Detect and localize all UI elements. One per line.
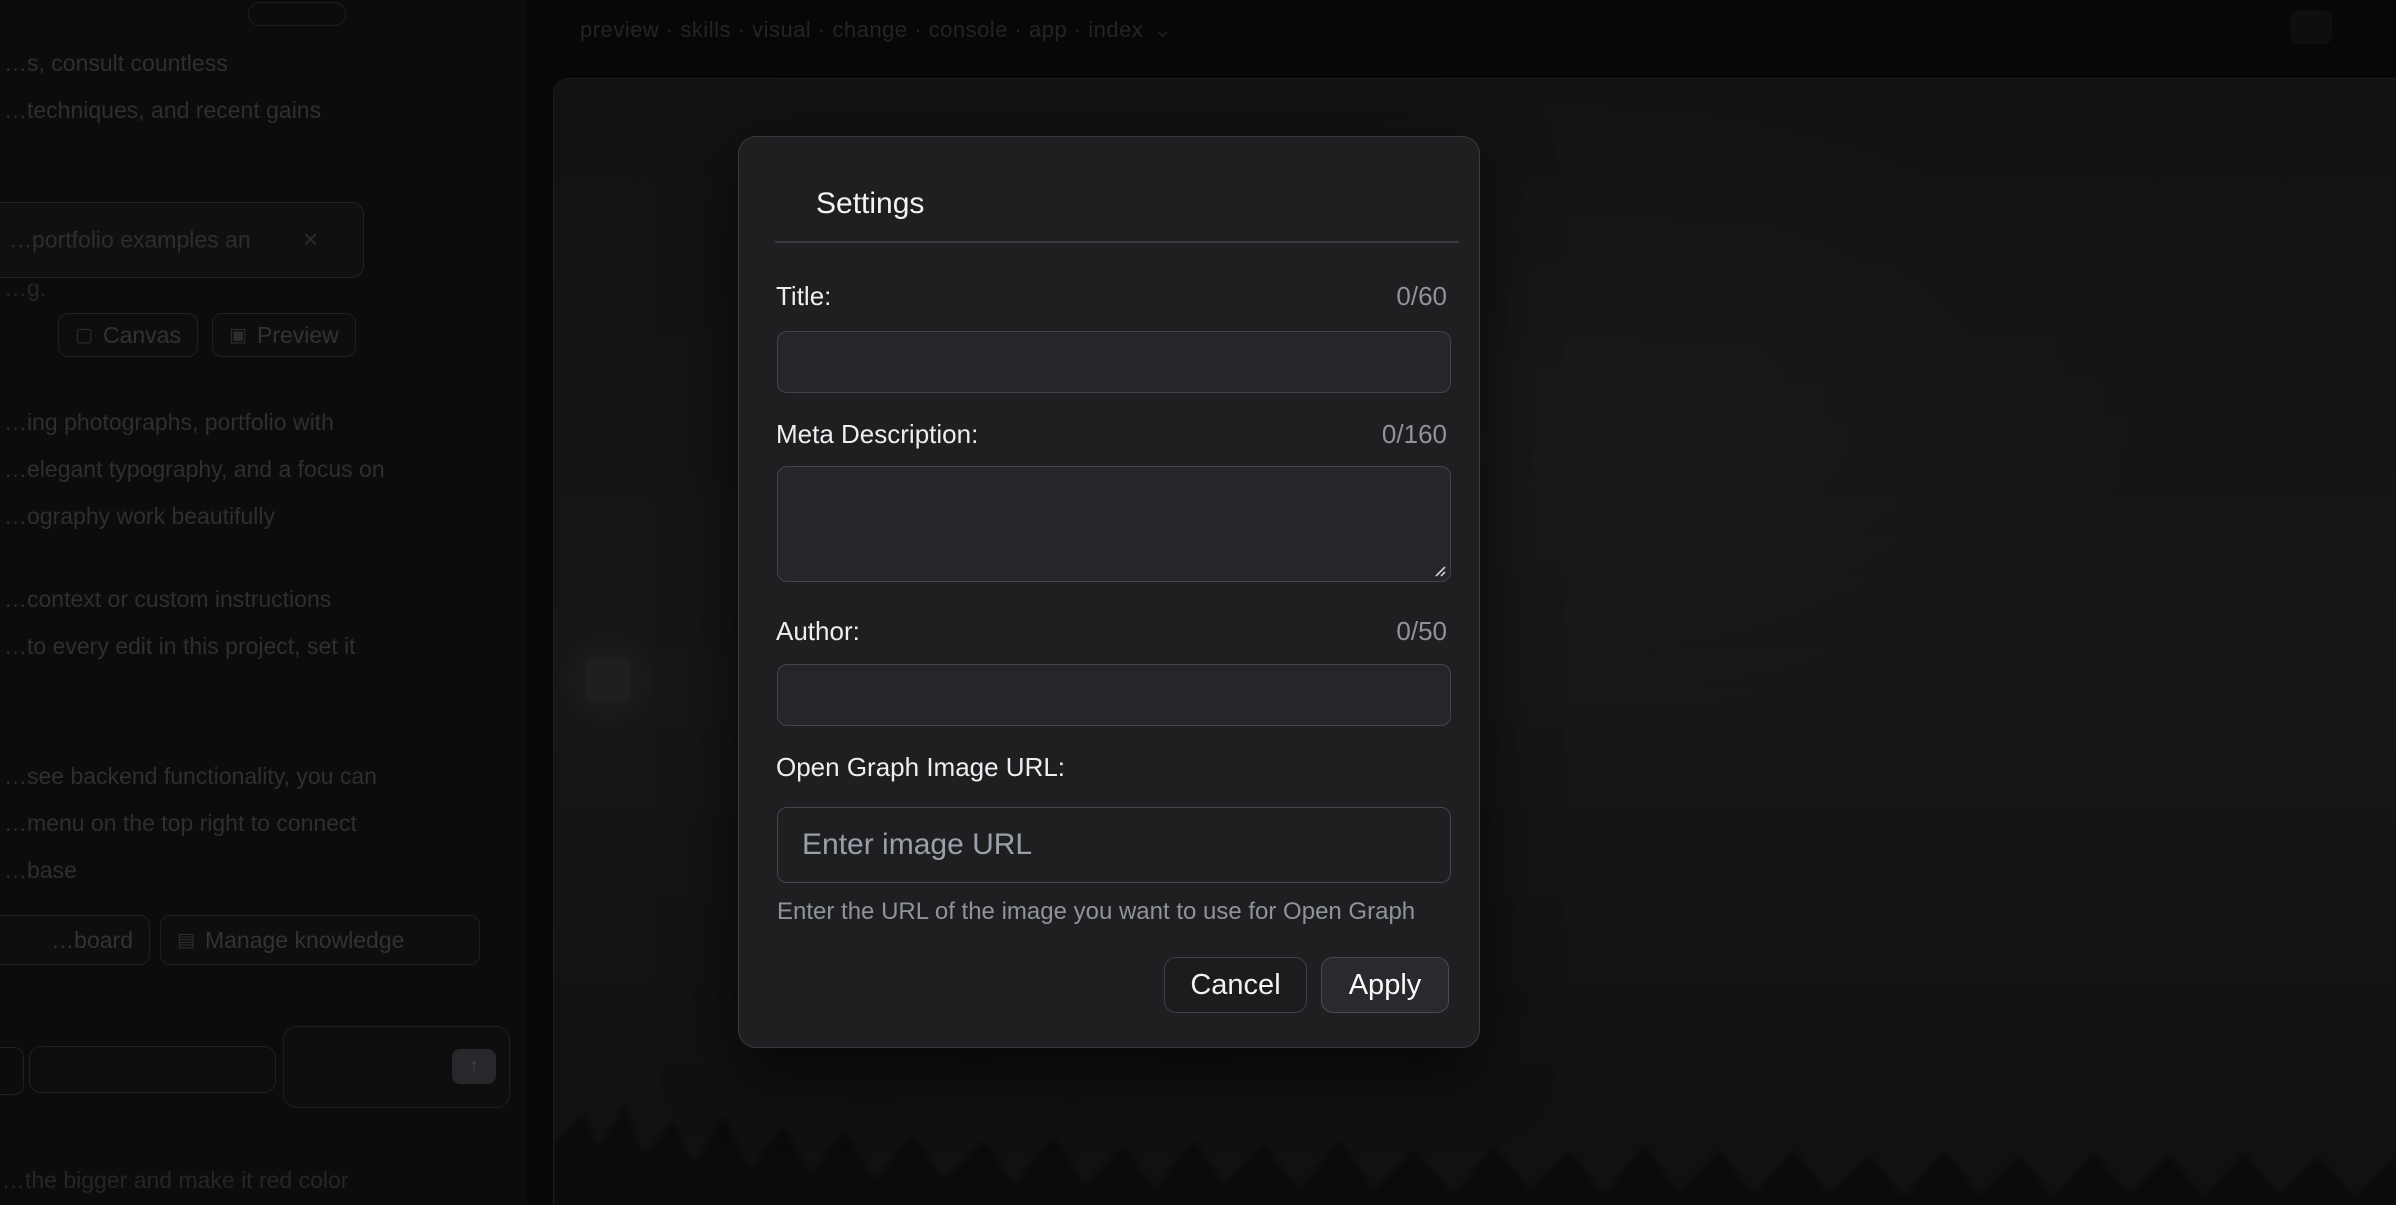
dialog-title: Settings	[816, 187, 924, 221]
canvas-chip-label: Canvas	[103, 322, 181, 349]
meta-description-label: Meta Description:	[776, 419, 978, 450]
chat-message-line: …menu on the top right to connect	[4, 800, 377, 847]
og-image-url-input[interactable]	[777, 807, 1451, 883]
preview-chip-label: Preview	[257, 322, 339, 349]
book-icon: ▤	[177, 931, 195, 950]
send-button[interactable]: ↑	[452, 1049, 496, 1084]
manage-knowledge-chip[interactable]: ▤ Manage knowledge	[160, 915, 480, 965]
preview-chip[interactable]: ▣ Preview	[212, 313, 356, 357]
attach-button[interactable]	[0, 1047, 24, 1095]
snippet-card-text: …portfolio examples an	[9, 227, 251, 254]
chat-message-line: …to every edit in this project, set it	[4, 623, 356, 670]
close-icon[interactable]: ✕	[302, 228, 319, 253]
chat-paragraph: …see backend functionality, you can …men…	[4, 753, 377, 894]
chat-message-line: …techniques, and recent gains	[4, 93, 321, 127]
title-label: Title:	[776, 281, 831, 312]
chat-message-line: …ography work beautifully	[4, 493, 385, 540]
chat-message-line: …context or custom instructions	[4, 576, 356, 623]
chat-paragraph: …ing photographs, portfolio with …elegan…	[4, 399, 385, 540]
chat-note: …the bigger and make it red color	[2, 1163, 348, 1197]
author-label: Author:	[776, 616, 860, 647]
author-counter: 0/50	[1396, 616, 1447, 647]
divider	[775, 241, 1459, 243]
apply-button[interactable]: Apply	[1321, 957, 1449, 1013]
board-chip-label: …board	[51, 927, 133, 954]
chat-message-line: …ing photographs, portfolio with	[4, 399, 385, 446]
snippet-card[interactable]: …portfolio examples an ✕	[0, 202, 364, 278]
meta-description-textarea[interactable]	[777, 466, 1451, 582]
chat-message-line: …elegant typography, and a focus on	[4, 446, 385, 493]
chat-message-input[interactable]	[29, 1046, 276, 1093]
sidebar-top-pill	[248, 2, 346, 26]
resize-grip-icon[interactable]	[1430, 561, 1446, 577]
canvas-icon: ▢	[75, 326, 93, 345]
author-input[interactable]	[777, 664, 1451, 726]
og-image-url-label: Open Graph Image URL:	[776, 752, 1065, 783]
board-chip[interactable]: …board	[0, 915, 150, 965]
inspect-button[interactable]	[586, 658, 630, 702]
breadcrumb[interactable]: preview · skills · visual · change · con…	[580, 17, 1172, 43]
canvas-chip[interactable]: ▢ Canvas	[58, 313, 198, 357]
send-icon: ↑	[469, 1055, 479, 1078]
breadcrumb-path: preview · skills · visual · change · con…	[580, 17, 1143, 42]
cancel-button[interactable]: Cancel	[1164, 957, 1307, 1013]
title-input[interactable]	[777, 331, 1451, 393]
meta-description-field	[777, 466, 1451, 582]
snippet-caption: …g.	[4, 271, 46, 305]
title-counter: 0/60	[1396, 281, 1447, 312]
chat-sidebar: …s, consult countless …techniques, and r…	[0, 0, 528, 1204]
chat-message-line: …see backend functionality, you can	[4, 753, 377, 800]
chevron-down-icon: ⌄	[1153, 17, 1172, 42]
chat-paragraph: …context or custom instructions …to ever…	[4, 576, 356, 670]
chat-message-line: …base	[4, 847, 377, 894]
settings-dialog: Settings Title: 0/60 Meta Description: 0…	[738, 136, 1480, 1048]
chat-message-line: …s, consult countless	[4, 46, 228, 80]
manage-knowledge-label: Manage knowledge	[205, 927, 404, 954]
meta-description-counter: 0/160	[1382, 419, 1447, 450]
og-image-url-helper: Enter the URL of the image you want to u…	[777, 898, 1415, 926]
topbar-action-icon[interactable]	[2290, 10, 2332, 44]
preview-icon: ▣	[229, 326, 247, 345]
